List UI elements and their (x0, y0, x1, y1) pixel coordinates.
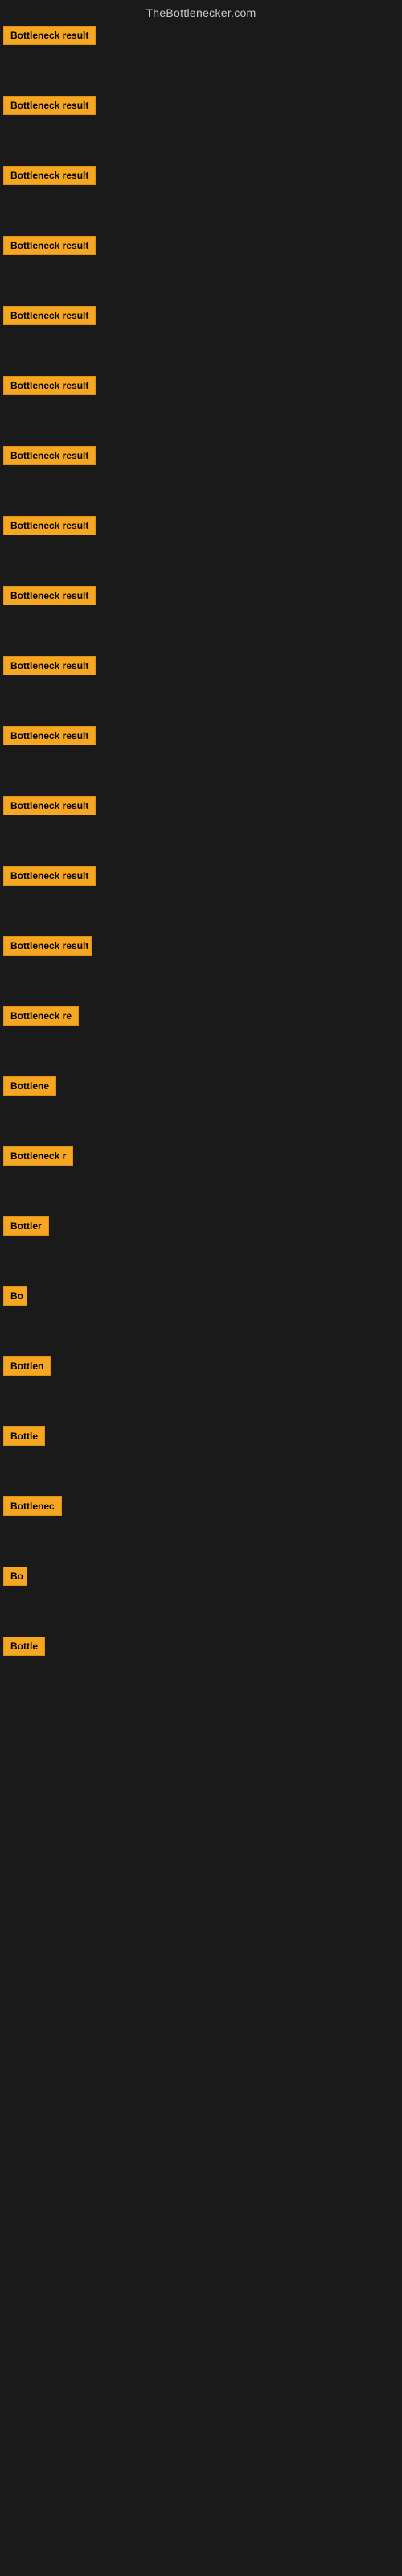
bottleneck-badge-21: Bottle (3, 1426, 45, 1446)
badge-row-11: Bottleneck result (0, 686, 402, 756)
bottleneck-badge-2: Bottleneck result (3, 96, 96, 115)
bottleneck-badge-3: Bottleneck result (3, 166, 96, 185)
badge-row-5: Bottleneck result (0, 266, 402, 336)
badge-row-18: Bottler (0, 1176, 402, 1246)
bottleneck-badge-19: Bo (3, 1286, 27, 1306)
badge-row-3: Bottleneck result (0, 126, 402, 196)
bottleneck-badge-9: Bottleneck result (3, 586, 96, 605)
bottleneck-badge-17: Bottleneck r (3, 1146, 73, 1166)
badge-row-1: Bottleneck result (0, 23, 402, 56)
bottleneck-badge-4: Bottleneck result (3, 236, 96, 255)
badge-row-17: Bottleneck r (0, 1106, 402, 1176)
bottleneck-badge-8: Bottleneck result (3, 516, 96, 535)
bottleneck-badge-23: Bo (3, 1567, 27, 1586)
badge-row-14: Bottleneck result (0, 896, 402, 966)
badge-row-13: Bottleneck result (0, 826, 402, 896)
bottleneck-badge-12: Bottleneck result (3, 796, 96, 815)
bottleneck-badge-11: Bottleneck result (3, 726, 96, 745)
badge-row-15: Bottleneck re (0, 966, 402, 1036)
bottleneck-badge-7: Bottleneck result (3, 446, 96, 465)
badge-row-10: Bottleneck result (0, 616, 402, 686)
badge-row-22: Bottlenec (0, 1456, 402, 1526)
badge-row-24: Bottle (0, 1596, 402, 1666)
badge-row-4: Bottleneck result (0, 196, 402, 266)
badge-row-16: Bottlene (0, 1036, 402, 1106)
bottleneck-badge-16: Bottlene (3, 1076, 56, 1096)
badge-row-23: Bo (0, 1526, 402, 1596)
bottleneck-badge-22: Bottlenec (3, 1496, 62, 1516)
badge-row-12: Bottleneck result (0, 756, 402, 826)
badge-row-19: Bo (0, 1246, 402, 1316)
bottleneck-badge-1: Bottleneck result (3, 26, 96, 45)
site-title: TheBottlenecker.com (0, 0, 402, 23)
badge-row-9: Bottleneck result (0, 546, 402, 616)
bottleneck-badge-10: Bottleneck result (3, 656, 96, 675)
bottleneck-badge-18: Bottler (3, 1216, 49, 1236)
bottleneck-badge-13: Bottleneck result (3, 866, 96, 886)
badge-row-6: Bottleneck result (0, 336, 402, 406)
bottleneck-badge-15: Bottleneck re (3, 1006, 79, 1026)
bottleneck-badge-6: Bottleneck result (3, 376, 96, 395)
badge-row-21: Bottle (0, 1386, 402, 1456)
badge-row-8: Bottleneck result (0, 476, 402, 546)
bottleneck-badge-24: Bottle (3, 1637, 45, 1656)
bottleneck-badge-5: Bottleneck result (3, 306, 96, 325)
badge-row-7: Bottleneck result (0, 406, 402, 476)
badge-row-20: Bottlen (0, 1316, 402, 1386)
bottleneck-badge-20: Bottlen (3, 1356, 51, 1376)
bottleneck-badge-14: Bottleneck result (3, 936, 92, 956)
badge-row-2: Bottleneck result (0, 56, 402, 126)
